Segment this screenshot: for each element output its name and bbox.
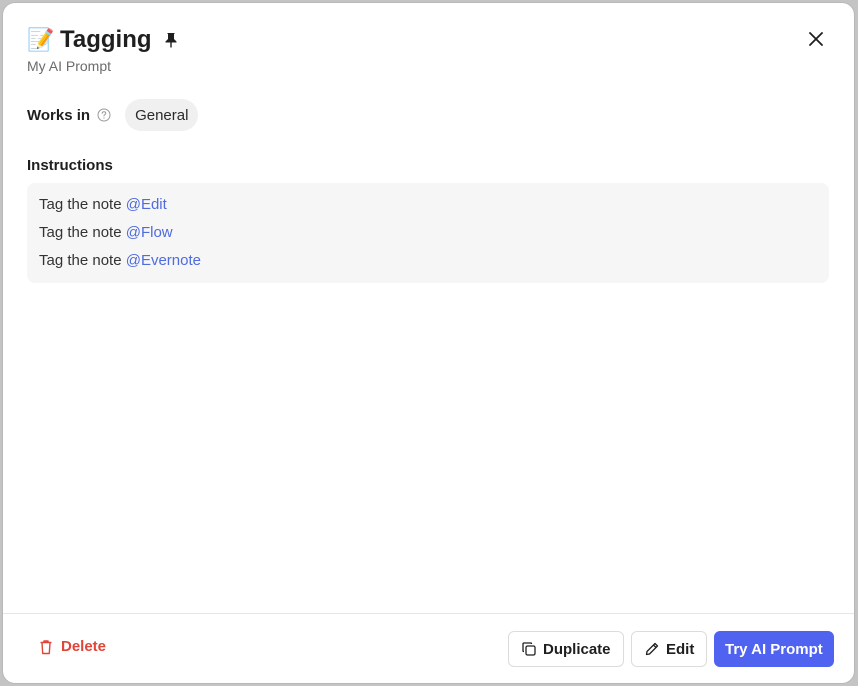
duplicate-label: Duplicate [543,640,611,658]
edit-label: Edit [666,640,695,658]
instructions-label: Instructions [27,157,113,174]
prompt-detail-modal: 📝 Tagging My AI Prompt Works in General … [3,3,854,683]
delete-button[interactable]: Delete [39,638,106,655]
title-row: 📝 Tagging [27,25,830,55]
mention-link[interactable]: @Evernote [126,252,201,269]
instruction-line: Tag the note @Edit [39,195,817,223]
duplicate-button[interactable]: Duplicate [508,631,624,667]
prompt-subtitle: My AI Prompt [27,58,112,74]
close-button[interactable] [804,27,828,51]
edit-button[interactable]: Edit [631,631,708,667]
instruction-text: Tag the note [39,224,126,241]
instructions-box: Tag the note @Edit Tag the note @Flow Ta… [27,183,829,283]
mention-link[interactable]: @Flow [126,224,173,241]
mention-link[interactable]: @Edit [126,196,167,213]
help-circle-icon[interactable] [97,108,111,122]
modal-header: 📝 Tagging My AI Prompt [27,25,830,74]
instruction-line: Tag the note @Flow [39,223,817,251]
pin-icon[interactable] [164,32,178,48]
works-in-row: Works in General [27,99,199,131]
try-label: Try AI Prompt [725,640,823,658]
instruction-text: Tag the note [39,252,126,269]
prompt-emoji: 📝 [27,27,55,52]
pencil-icon [644,641,660,657]
trash-icon [39,639,53,655]
works-in-chip[interactable]: General [125,99,199,131]
close-icon [809,32,823,46]
page-title: Tagging [60,26,152,53]
try-ai-prompt-button[interactable]: Try AI Prompt [714,631,834,667]
instruction-text: Tag the note [39,196,126,213]
works-in-label: Works in [27,106,91,124]
instruction-line: Tag the note @Evernote [39,251,817,279]
modal-footer: Delete Duplicate Edit Try AI Prompt [3,613,854,683]
copy-icon [521,641,537,657]
delete-label: Delete [61,638,107,655]
